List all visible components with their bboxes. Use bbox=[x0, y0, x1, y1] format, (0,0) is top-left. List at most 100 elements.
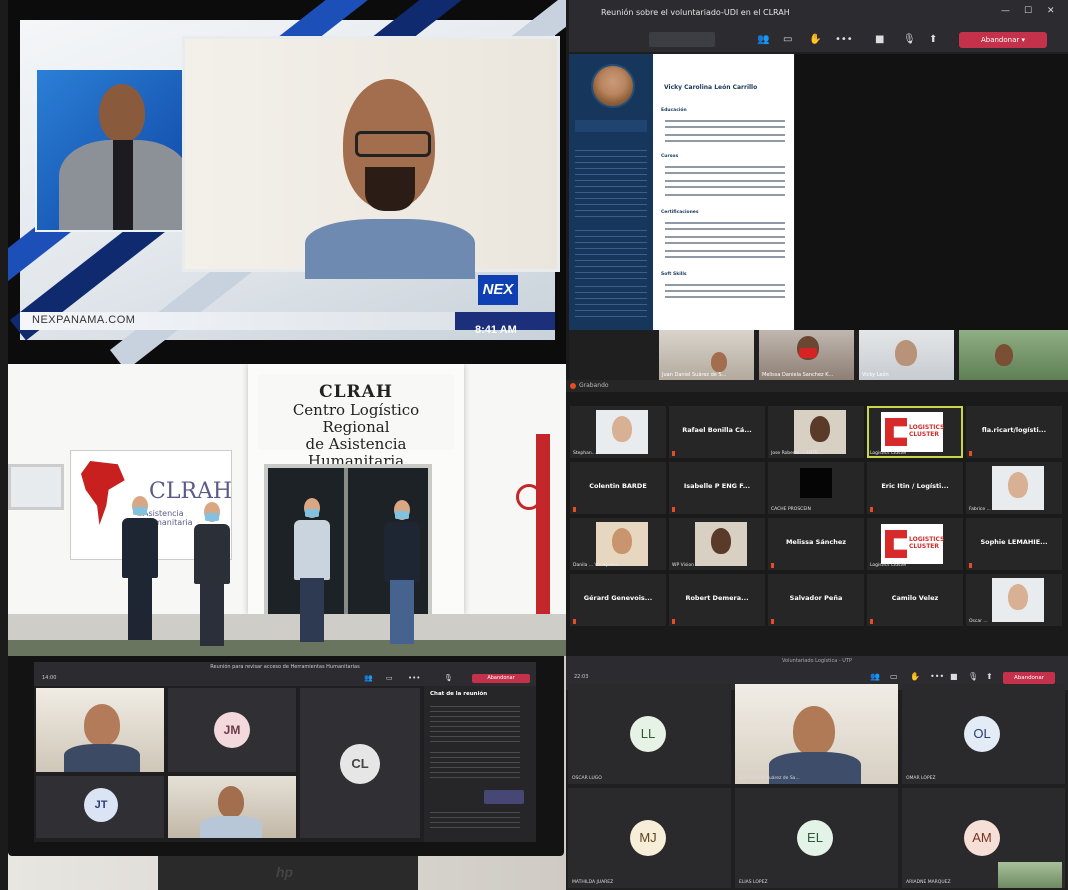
mic-icon[interactable]: 🎙 bbox=[968, 672, 978, 681]
recording-bar: Grabando bbox=[566, 380, 1068, 392]
participant-video[interactable]: Juan Daniel Suárez de S... bbox=[659, 330, 754, 380]
gallery-tile[interactable]: Rafael Bonilla Cá... bbox=[669, 406, 765, 458]
person-legs bbox=[200, 582, 224, 646]
maximize-icon[interactable]: ☐ bbox=[1024, 6, 1032, 16]
gallery-tile[interactable]: fla.ricart/logísti... bbox=[966, 406, 1062, 458]
gallery-tile[interactable]: Danila ... Venepresa bbox=[570, 518, 666, 570]
chat-icon[interactable]: ▭ bbox=[783, 34, 792, 45]
gallery-tile[interactable]: Salvador Peña bbox=[768, 574, 864, 626]
meeting-toolbar: 14:00 👥 ▭ ••• 🎙 Abandonar bbox=[34, 672, 536, 686]
timer: 22:03 bbox=[574, 674, 589, 680]
leave-button[interactable]: Abandonar ▾ bbox=[959, 32, 1047, 48]
meeting-chat-panel: Chat de la reunión bbox=[424, 686, 536, 842]
participant-tile[interactable]: EL ELIAS LOPEZ bbox=[735, 788, 898, 888]
gallery-tile[interactable]: WP Vision ... bbox=[669, 518, 765, 570]
participant-tile[interactable]: Juan Daniel Suárez de Sa... bbox=[735, 684, 898, 784]
mic-muted-icon bbox=[573, 619, 576, 624]
gallery-tile[interactable]: Melissa Sánchez bbox=[768, 518, 864, 570]
chat-messages bbox=[430, 706, 520, 746]
participant-head bbox=[1008, 472, 1028, 498]
logo-line: CLUSTER bbox=[909, 431, 940, 438]
person bbox=[380, 500, 424, 650]
participant-video[interactable] bbox=[168, 776, 296, 838]
participant-tile[interactable]: MJ MATHILDA JUAREZ bbox=[568, 788, 731, 888]
teams-meeting-window: Reunión sobre el voluntariado-UDI en el … bbox=[569, 0, 1068, 380]
participants-icon[interactable]: 👥 bbox=[870, 672, 880, 681]
mic-muted-icon bbox=[771, 619, 774, 624]
more-icon[interactable]: ••• bbox=[408, 674, 420, 682]
text-line bbox=[665, 194, 785, 196]
leave-button[interactable]: Abandonar bbox=[472, 674, 530, 683]
text-line bbox=[665, 256, 785, 258]
gallery-tile[interactable]: Gérard Genevois... bbox=[570, 574, 666, 626]
logistics-cluster-logo: LOGISTICS CLUSTER bbox=[881, 524, 945, 564]
guest-shirt bbox=[305, 219, 475, 279]
participant-tile[interactable]: CL bbox=[300, 688, 420, 838]
mic-icon[interactable]: 🎙 bbox=[444, 674, 453, 682]
more-icon[interactable]: ••• bbox=[930, 672, 944, 681]
gallery-tile[interactable]: Camilo Velez bbox=[867, 574, 963, 626]
mic-icon[interactable]: 🎙 bbox=[903, 34, 916, 45]
text-line bbox=[665, 166, 785, 168]
gallery-tile[interactable]: Oscar ... bbox=[966, 574, 1062, 626]
participant-name: Camilo Velez bbox=[891, 594, 939, 602]
leave-label: Abandonar bbox=[980, 36, 1020, 44]
chat-icon[interactable]: ▭ bbox=[890, 672, 898, 681]
raise-hand-icon[interactable]: ✋ bbox=[809, 34, 821, 45]
camera-icon[interactable]: ■ bbox=[875, 34, 884, 45]
gallery-tile[interactable]: Stephan... bbox=[570, 406, 666, 458]
participant-video[interactable]: Vicky León bbox=[859, 330, 954, 380]
participant-label: Jose Roberto ... LOTE ... bbox=[771, 451, 824, 456]
face-mask bbox=[799, 348, 817, 358]
gallery-tile[interactable]: Fabrice ... bbox=[966, 462, 1062, 514]
gallery-tile[interactable]: Eric Itin / Logísti... bbox=[867, 462, 963, 514]
logo-line: LOGISTICS bbox=[909, 536, 945, 543]
participant-tile[interactable]: LL OSCAR LUGO bbox=[568, 684, 731, 784]
participant-video[interactable] bbox=[36, 688, 164, 772]
participants-icon[interactable]: 👥 bbox=[757, 34, 769, 45]
chat-title: Chat de la reunión bbox=[430, 691, 488, 697]
door-frame bbox=[344, 468, 348, 620]
leave-button[interactable]: Abandonar bbox=[1003, 672, 1055, 684]
participant-tile[interactable]: OL OMAR LOPEZ bbox=[902, 684, 1065, 784]
person-jacket bbox=[194, 524, 230, 584]
gallery-tile[interactable]: Jose Roberto ... LOTE ... bbox=[768, 406, 864, 458]
participant-tile[interactable]: JT bbox=[36, 776, 164, 838]
gallery-tile[interactable]: Isabelle P ENG F... bbox=[669, 462, 765, 514]
gallery-tile[interactable]: CACHE PROSCEIN bbox=[768, 462, 864, 514]
close-icon[interactable]: ✕ bbox=[1047, 6, 1055, 16]
gallery-tile[interactable]: Robert Demera... bbox=[669, 574, 765, 626]
person-legs bbox=[390, 580, 414, 644]
document-sidebar bbox=[569, 54, 653, 330]
share-icon[interactable]: ⬆ bbox=[929, 34, 937, 45]
control-pill[interactable] bbox=[649, 32, 715, 47]
minimize-icon[interactable]: — bbox=[1001, 6, 1010, 16]
text-line bbox=[665, 172, 785, 174]
participant-video[interactable] bbox=[959, 330, 1068, 380]
participant-tile[interactable]: JM bbox=[168, 688, 296, 772]
profile-text bbox=[575, 230, 647, 280]
participant-shirt bbox=[64, 744, 140, 772]
participant-head bbox=[1008, 584, 1028, 610]
meeting-toolbar: 👥 ▭ ✋ ••• ■ 🎙 ⬆ Abandonar ▾ bbox=[569, 28, 1068, 52]
gallery-tile[interactable]: Colentin BARDE bbox=[570, 462, 666, 514]
face-mask bbox=[395, 511, 409, 519]
participant-head bbox=[995, 344, 1013, 366]
person-jacket bbox=[122, 518, 158, 578]
more-icon[interactable]: ••• bbox=[835, 34, 853, 45]
logo-mark-icon bbox=[885, 418, 907, 446]
gallery-tile[interactable]: Sophie LEMAHIE... bbox=[966, 518, 1062, 570]
raise-hand-icon[interactable]: ✋ bbox=[910, 672, 920, 681]
participant-name: Vicky León bbox=[862, 372, 889, 378]
self-view-video[interactable] bbox=[998, 862, 1062, 888]
camera-icon[interactable]: ■ bbox=[950, 672, 958, 681]
participant-avatar: AM bbox=[964, 820, 1000, 856]
participant-label: Danila ... Venepresa bbox=[573, 563, 619, 568]
participants-icon[interactable]: 👥 bbox=[364, 674, 373, 682]
participant-label: WP Vision ... bbox=[672, 563, 700, 568]
participant-video[interactable]: Melissa Daniela Sanchez K... bbox=[759, 330, 854, 380]
share-icon[interactable]: ⬆ bbox=[986, 672, 993, 681]
gallery-tile[interactable]: LOGISTICS CLUSTER Logistics Cluster bbox=[867, 406, 963, 458]
chat-icon[interactable]: ▭ bbox=[386, 674, 393, 682]
gallery-tile[interactable]: LOGISTICS CLUSTER Logistics Cluster bbox=[867, 518, 963, 570]
